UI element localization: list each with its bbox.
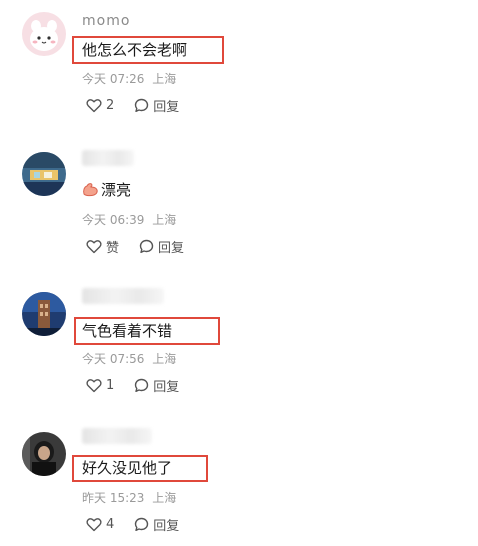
- comment-actions: 1 回复: [86, 376, 179, 395]
- comment-time: 今天 06:39: [82, 213, 145, 227]
- like-button[interactable]: 1: [86, 378, 114, 393]
- comment-time: 今天 07:56: [82, 352, 145, 366]
- comment-text: 漂亮: [82, 180, 131, 200]
- comment-actions: 4 回复: [86, 515, 179, 534]
- heart-outline-icon: [86, 517, 102, 531]
- reply-label: 回复: [153, 379, 180, 395]
- like-count: 赞: [106, 240, 120, 256]
- like-button[interactable]: 赞: [86, 237, 119, 256]
- comment-actions: 赞 回复: [86, 237, 184, 256]
- speech-bubble-icon: [135, 98, 149, 112]
- speech-bubble-icon: [135, 378, 149, 392]
- comment-time: 昨天 15:23: [82, 491, 145, 505]
- reply-button[interactable]: 回复: [139, 237, 184, 256]
- reply-button[interactable]: 回复: [134, 515, 179, 534]
- comment-meta: 今天 06:39 上海: [82, 211, 176, 228]
- comment-item: momo 他怎么不会老啊 今天 07:26 上海 2 回复: [0, 0, 478, 130]
- heart-outline-icon: [86, 239, 102, 253]
- comment-meta: 今天 07:56 上海: [82, 350, 176, 367]
- comment-location: 上海: [152, 491, 177, 505]
- strong-arm-emoji-icon: [83, 183, 98, 197]
- comment-actions: 2 回复: [86, 96, 179, 115]
- username-blurred[interactable]: [82, 288, 164, 304]
- comment-text: 他怎么不会老啊: [82, 41, 188, 59]
- cartoon-avatar-icon: [22, 12, 66, 56]
- reply-label: 回复: [153, 99, 180, 115]
- username-blurred[interactable]: [82, 428, 152, 444]
- avatar[interactable]: [22, 292, 66, 336]
- reply-button[interactable]: 回复: [134, 96, 179, 115]
- comment-time: 今天 07:26: [82, 72, 145, 86]
- reply-label: 回复: [158, 240, 185, 256]
- heart-outline-icon: [86, 378, 102, 392]
- comment-location: 上海: [152, 72, 177, 86]
- like-count: 4: [106, 516, 115, 532]
- like-count: 1: [106, 377, 115, 393]
- comment-location: 上海: [152, 352, 177, 366]
- avatar[interactable]: [22, 432, 66, 476]
- comment-text: 气色看着不错: [82, 322, 173, 340]
- comment-text: 好久没见他了: [82, 459, 173, 477]
- comment-meta: 今天 07:26 上海: [82, 70, 176, 87]
- comment-text-content: 漂亮: [101, 181, 132, 199]
- heart-outline-icon: [86, 98, 102, 112]
- username[interactable]: momo: [82, 13, 130, 29]
- comment-location: 上海: [152, 213, 177, 227]
- photo-avatar-icon: [22, 152, 66, 196]
- avatar[interactable]: [22, 12, 66, 56]
- photo-avatar-icon: [22, 292, 66, 336]
- comment-item: 漂亮 今天 06:39 上海 赞 回复: [0, 140, 478, 270]
- speech-bubble-icon: [135, 517, 149, 531]
- comment-item: 气色看着不错 今天 07:56 上海 1 回复: [0, 280, 478, 410]
- like-button[interactable]: 4: [86, 517, 114, 532]
- comment-item: 好久没见他了 昨天 15:23 上海 4 回复: [0, 420, 478, 546]
- comment-meta: 昨天 15:23 上海: [82, 489, 176, 506]
- like-count: 2: [106, 97, 115, 113]
- reply-button[interactable]: 回复: [134, 376, 179, 395]
- speech-bubble-icon: [139, 239, 154, 253]
- photo-avatar-icon: [22, 432, 66, 476]
- username-blurred[interactable]: [82, 150, 134, 166]
- avatar[interactable]: [22, 152, 66, 196]
- like-button[interactable]: 2: [86, 98, 114, 113]
- reply-label: 回复: [153, 518, 180, 534]
